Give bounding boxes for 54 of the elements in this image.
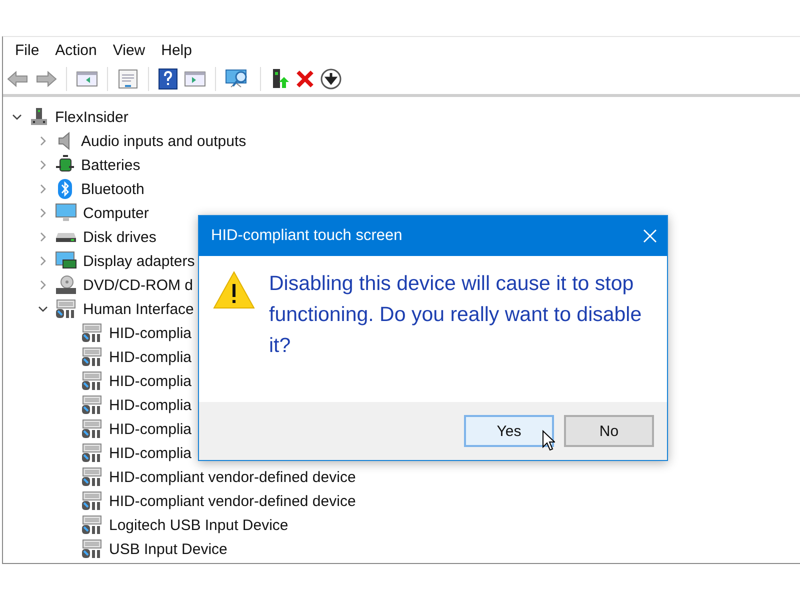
panel-icon[interactable] (184, 70, 206, 88)
tree-item[interactable]: HID-complia (109, 444, 192, 462)
keyboard-mouse-icon (81, 539, 103, 559)
tree-item[interactable]: DVD/CD-ROM d (83, 276, 194, 294)
window-icon[interactable] (117, 68, 139, 88)
menu-item[interactable]: View (104, 40, 154, 60)
tree-item[interactable]: HID-complia (109, 396, 192, 414)
tree-item[interactable]: HID-complia (109, 348, 192, 366)
tree-item[interactable]: HID-compliant vendor-defined device (109, 492, 356, 510)
dvd-drive-icon (55, 275, 77, 295)
tree-item[interactable]: Disk drives (83, 228, 156, 246)
x-mark-icon[interactable] (296, 70, 314, 88)
keyboard-mouse-icon (81, 515, 103, 535)
disk-drive-icon (55, 232, 77, 242)
dialog-title: HID-compliant touch screen (211, 227, 402, 245)
mouse-pointer-icon (542, 430, 555, 451)
keyboard-mouse-icon (81, 491, 103, 511)
keyboard-mouse-icon (81, 467, 103, 487)
keyboard-mouse-icon (81, 371, 103, 391)
cancel-button[interactable]: No (564, 415, 654, 447)
tree-item[interactable]: HID-complia (109, 420, 192, 438)
menu-item[interactable]: Action (47, 40, 105, 60)
keyboard-mouse-icon (81, 347, 103, 367)
close-icon[interactable] (643, 229, 657, 243)
tree-item[interactable]: HID-complia (109, 372, 192, 390)
menu-item[interactable]: File (7, 40, 48, 60)
tree-item[interactable]: Logitech USB Input Device (109, 516, 288, 534)
tree-item[interactable]: FlexInsider (55, 108, 128, 126)
monitor-icon (55, 203, 77, 223)
warning-icon (213, 270, 255, 310)
confirm-button[interactable]: Yes (464, 415, 554, 447)
device-up-arrow-icon[interactable] (270, 68, 290, 90)
display-adapter-icon (55, 251, 77, 271)
tree-item[interactable]: Bluetooth (81, 180, 144, 198)
keyboard-mouse-icon (81, 419, 103, 439)
computer-icon (29, 107, 49, 127)
dialog-message: Disabling this device will cause it to stop functioning. Do you really want to disable it? (269, 271, 643, 359)
tree-item[interactable]: Display adapters (83, 252, 195, 270)
panel-icon[interactable] (76, 70, 98, 88)
tree-item[interactable]: Human Interface (83, 300, 194, 318)
tree-item[interactable]: Computer (83, 204, 149, 222)
help-icon[interactable] (158, 68, 178, 90)
keyboard-mouse-icon (81, 395, 103, 415)
keyboard-mouse-icon (81, 323, 103, 343)
tree-item[interactable]: HID-complia (109, 324, 192, 342)
keyboard-mouse-icon (81, 443, 103, 463)
tree-item[interactable]: HID-compliant vendor-defined device (109, 468, 356, 486)
bluetooth-icon (55, 179, 75, 199)
keyboard-mouse-icon (55, 299, 77, 319)
down-arrow-circle-icon[interactable] (320, 68, 342, 90)
menu-item[interactable]: Help (153, 40, 200, 60)
tree-item[interactable]: Batteries (81, 156, 140, 174)
tree-item[interactable]: USB Input Device (109, 540, 228, 558)
tree-item[interactable]: Audio inputs and outputs (81, 132, 246, 150)
